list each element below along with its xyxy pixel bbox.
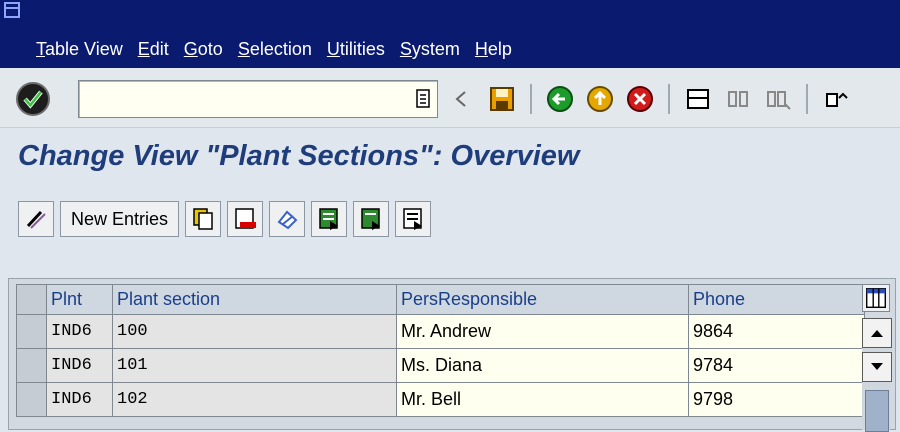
select-all-rows-cell[interactable] <box>16 284 47 315</box>
scroll-down-icon[interactable] <box>862 352 892 382</box>
deselect-all-icon[interactable] <box>395 201 432 237</box>
header-phone[interactable]: Phone <box>688 284 865 315</box>
command-history-icon[interactable] <box>414 89 432 109</box>
system-menu-icon[interactable] <box>4 2 22 20</box>
table-header-row: Plnt Plant section PersResponsible Phone <box>16 284 865 315</box>
new-entries-button[interactable]: New Entries <box>60 201 180 237</box>
header-plant-section[interactable]: Plant section <box>112 284 397 315</box>
cell-plant-section: 100 <box>112 314 397 349</box>
menu-goto[interactable]: Goto <box>184 36 223 62</box>
cell-plnt: IND6 <box>46 382 113 417</box>
menu: Table View Edit Goto Selection Utilities… <box>36 36 512 62</box>
page-title: Change View "Plant Sections": Overview <box>18 140 580 172</box>
toolbar-separator <box>806 84 808 114</box>
toolbar-separator <box>530 84 532 114</box>
header-plnt[interactable]: Plnt <box>46 284 113 315</box>
application-toolbar: New Entries <box>18 200 432 238</box>
menu-table-view[interactable]: Table View <box>36 36 123 62</box>
print-icon[interactable] <box>682 83 714 115</box>
row-selector[interactable] <box>16 314 47 349</box>
cell-pers-responsible[interactable]: Ms. Diana <box>396 348 689 383</box>
row-selector[interactable] <box>16 382 47 417</box>
cell-pers-responsible[interactable]: Mr. Andrew <box>396 314 689 349</box>
table-row: IND6 102 Mr. Bell 9798 <box>16 382 865 417</box>
column-settings-icon[interactable] <box>862 284 890 312</box>
table-vertical-scrollbar[interactable] <box>862 318 892 432</box>
standard-toolbar-icons <box>446 78 852 120</box>
find-icon[interactable] <box>722 83 754 115</box>
scroll-up-icon[interactable] <box>862 318 892 348</box>
command-field[interactable] <box>78 80 438 118</box>
toolbar-separator <box>668 84 670 114</box>
display-change-icon[interactable] <box>18 201 54 237</box>
cell-phone[interactable]: 9798 <box>688 382 865 417</box>
undo-change-icon[interactable] <box>269 201 306 237</box>
cell-phone[interactable]: 9864 <box>688 314 865 349</box>
scrollbar-thumb[interactable] <box>865 390 889 432</box>
table-row: IND6 101 Ms. Diana 9784 <box>16 348 865 383</box>
menu-system[interactable]: System <box>400 36 460 62</box>
copy-as-icon[interactable] <box>185 201 222 237</box>
cancel-icon[interactable] <box>624 83 656 115</box>
cell-phone[interactable]: 9784 <box>688 348 865 383</box>
header-pers-responsible[interactable]: PersResponsible <box>396 284 689 315</box>
cell-plant-section: 102 <box>112 382 397 417</box>
menu-help[interactable]: Help <box>475 36 512 62</box>
menu-utilities[interactable]: Utilities <box>327 36 385 62</box>
plant-sections-table: Plnt Plant section PersResponsible Phone… <box>16 284 865 417</box>
find-next-icon[interactable] <box>762 83 794 115</box>
cell-plnt: IND6 <box>46 314 113 349</box>
row-selector[interactable] <box>16 348 47 383</box>
back-icon[interactable] <box>544 83 576 115</box>
exit-icon[interactable] <box>584 83 616 115</box>
enter-check-icon[interactable] <box>16 82 50 116</box>
select-all-icon[interactable] <box>311 201 348 237</box>
back-arrow-icon[interactable] <box>446 83 478 115</box>
menu-edit[interactable]: Edit <box>138 36 169 62</box>
save-icon[interactable] <box>486 83 518 115</box>
table-row: IND6 100 Mr. Andrew 9864 <box>16 314 865 349</box>
delete-icon[interactable] <box>227 201 264 237</box>
menu-selection[interactable]: Selection <box>238 36 312 62</box>
cell-plant-section: 101 <box>112 348 397 383</box>
cell-plnt: IND6 <box>46 348 113 383</box>
first-page-icon[interactable] <box>820 83 852 115</box>
select-block-icon[interactable] <box>353 201 390 237</box>
cell-pers-responsible[interactable]: Mr. Bell <box>396 382 689 417</box>
